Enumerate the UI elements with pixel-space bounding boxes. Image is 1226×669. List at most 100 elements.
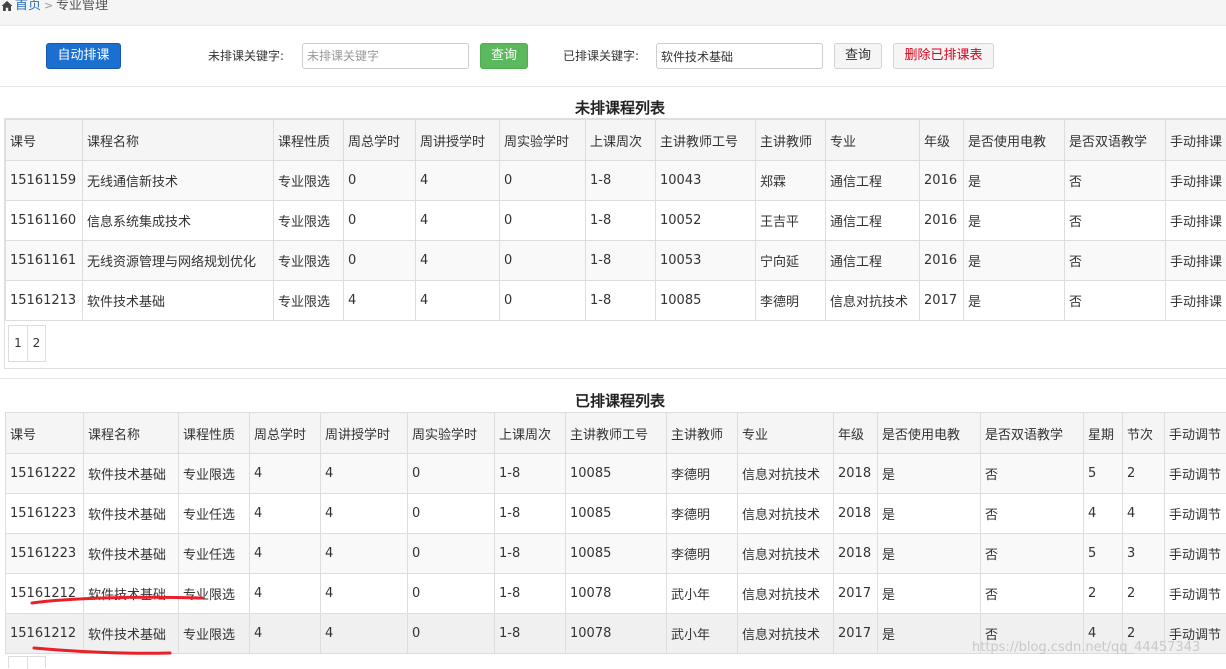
table-cell: 1-8	[495, 454, 566, 494]
table-cell: 是	[964, 161, 1065, 201]
table-cell: 2018	[834, 534, 878, 574]
delete-scheduled-button[interactable]: 删除已排课表	[893, 43, 994, 69]
column-header[interactable]: 主讲教师工号	[656, 120, 756, 161]
page-link-1[interactable]: 1	[8, 325, 28, 362]
page-link-2[interactable]: 2	[27, 325, 46, 362]
table-cell: 信息系统集成技术	[83, 201, 274, 241]
table-cell: 否	[981, 454, 1084, 494]
table-row[interactable]: 15161223软件技术基础专业任选4401-810085李德明信息对抗技术20…	[6, 534, 1226, 574]
column-header[interactable]: 上课周次	[586, 120, 656, 161]
scheduled-query-button[interactable]: 查询	[834, 43, 882, 69]
table-cell[interactable]: 手动调节	[1165, 534, 1226, 574]
column-header[interactable]: 专业	[738, 413, 834, 454]
column-header[interactable]: 周讲授学时	[321, 413, 408, 454]
table-cell[interactable]: 手动排课	[1166, 161, 1226, 201]
column-header[interactable]: 节次	[1123, 413, 1165, 454]
section-divider	[0, 378, 1226, 379]
unscheduled-section-title: 未排课程列表	[0, 97, 1226, 118]
table-cell: 1-8	[495, 534, 566, 574]
column-header[interactable]: 周实验学时	[408, 413, 495, 454]
table-cell: 1-8	[495, 574, 566, 614]
table-cell: 4	[321, 614, 408, 654]
table-cell[interactable]: 手动调节	[1165, 574, 1226, 614]
red-underline-annotation	[28, 594, 208, 606]
column-header[interactable]: 课程名称	[83, 120, 274, 161]
table-cell: 信息对抗技术	[738, 534, 834, 574]
table-cell: 否	[1065, 241, 1166, 281]
table-row[interactable]: 15161159无线通信新技术专业限选0401-810043郑霖通信工程2016…	[6, 161, 1226, 201]
table-cell[interactable]: 手动排课	[1166, 241, 1226, 281]
column-header[interactable]: 课程性质	[179, 413, 250, 454]
table-cell: 4	[344, 281, 416, 321]
home-icon[interactable]	[1, 0, 13, 12]
column-header[interactable]: 年级	[920, 120, 964, 161]
table-row[interactable]: 15161213软件技术基础专业限选4401-810085李德明信息对抗技术20…	[6, 281, 1226, 321]
column-header[interactable]: 专业	[826, 120, 920, 161]
table-cell: 10052	[656, 201, 756, 241]
column-header[interactable]: 课程名称	[84, 413, 179, 454]
scheduled-keyword-input[interactable]	[656, 43, 823, 69]
table-cell: 通信工程	[826, 161, 920, 201]
column-header[interactable]: 是否双语教学	[1065, 120, 1166, 161]
column-header[interactable]: 主讲教师	[756, 120, 826, 161]
column-header[interactable]: 星期	[1084, 413, 1123, 454]
table-cell: 否	[981, 534, 1084, 574]
column-header[interactable]: 手动调节	[1165, 413, 1226, 454]
column-header[interactable]: 周总学时	[250, 413, 321, 454]
table-cell: 15161161	[6, 241, 83, 281]
column-header[interactable]: 周总学时	[344, 120, 416, 161]
table-cell: 否	[1065, 281, 1166, 321]
page-divider	[27, 657, 28, 669]
table-cell[interactable]: 手动调节	[1165, 494, 1226, 534]
table-cell: 10085	[566, 494, 667, 534]
table-cell: 10085	[566, 454, 667, 494]
table-cell: 武小年	[667, 614, 738, 654]
table-cell: 专业任选	[179, 494, 250, 534]
column-header[interactable]: 是否使用电教	[878, 413, 981, 454]
column-header[interactable]: 上课周次	[495, 413, 566, 454]
table-cell: 2	[1123, 574, 1165, 614]
table-cell: 软件技术基础	[84, 494, 179, 534]
table-row[interactable]: 15161223软件技术基础专业任选4401-810085李德明信息对抗技术20…	[6, 494, 1226, 534]
column-header[interactable]: 周讲授学时	[416, 120, 500, 161]
table-cell: 2017	[834, 614, 878, 654]
table-cell: 10053	[656, 241, 756, 281]
table-row[interactable]: 15161161无线资源管理与网络规划优化专业限选0401-810053宁向延通…	[6, 241, 1226, 281]
table-cell: 4	[321, 574, 408, 614]
table-cell: 4	[416, 281, 500, 321]
table-cell: 软件技术基础	[83, 281, 274, 321]
column-header[interactable]: 课号	[6, 413, 84, 454]
breadcrumb-separator-icon: >	[44, 0, 53, 13]
table-cell: 信息对抗技术	[738, 574, 834, 614]
column-header[interactable]: 课程性质	[274, 120, 344, 161]
breadcrumb-current: 专业管理	[56, 0, 108, 13]
column-header[interactable]: 课号	[6, 120, 83, 161]
column-header[interactable]: 周实验学时	[500, 120, 586, 161]
table-row[interactable]: 15161222软件技术基础专业限选4401-810085李德明信息对抗技术20…	[6, 454, 1226, 494]
column-header[interactable]: 年级	[834, 413, 878, 454]
table-cell: 10085	[656, 281, 756, 321]
column-header[interactable]: 是否双语教学	[981, 413, 1084, 454]
unscheduled-query-button[interactable]: 查询	[480, 43, 528, 69]
table-cell: 0	[500, 241, 586, 281]
table-cell: 无线通信新技术	[83, 161, 274, 201]
table-cell: 是	[878, 574, 981, 614]
table-cell: 是	[878, 454, 981, 494]
table-row[interactable]: 15161160信息系统集成技术专业限选0401-810052王吉平通信工程20…	[6, 201, 1226, 241]
auto-schedule-button[interactable]: 自动排课	[46, 43, 121, 69]
breadcrumb-home-link[interactable]: 首页	[15, 0, 41, 13]
column-header[interactable]: 手动排课	[1166, 120, 1226, 161]
table-cell[interactable]: 手动排课	[1166, 201, 1226, 241]
table-cell: 王吉平	[756, 201, 826, 241]
table-cell: 10078	[566, 614, 667, 654]
table-cell: 2017	[834, 574, 878, 614]
table-cell: 1-8	[586, 201, 656, 241]
table-cell[interactable]: 手动排课	[1166, 281, 1226, 321]
table-cell[interactable]: 手动调节	[1165, 454, 1226, 494]
table-cell: 4	[1084, 494, 1123, 534]
column-header[interactable]: 主讲教师	[667, 413, 738, 454]
column-header[interactable]: 是否使用电教	[964, 120, 1065, 161]
column-header[interactable]: 主讲教师工号	[566, 413, 667, 454]
toolbar: 自动排课 未排课关键字: 查询 已排课关键字: 查询 删除已排课表	[0, 26, 1226, 87]
unscheduled-keyword-input[interactable]	[302, 43, 469, 69]
